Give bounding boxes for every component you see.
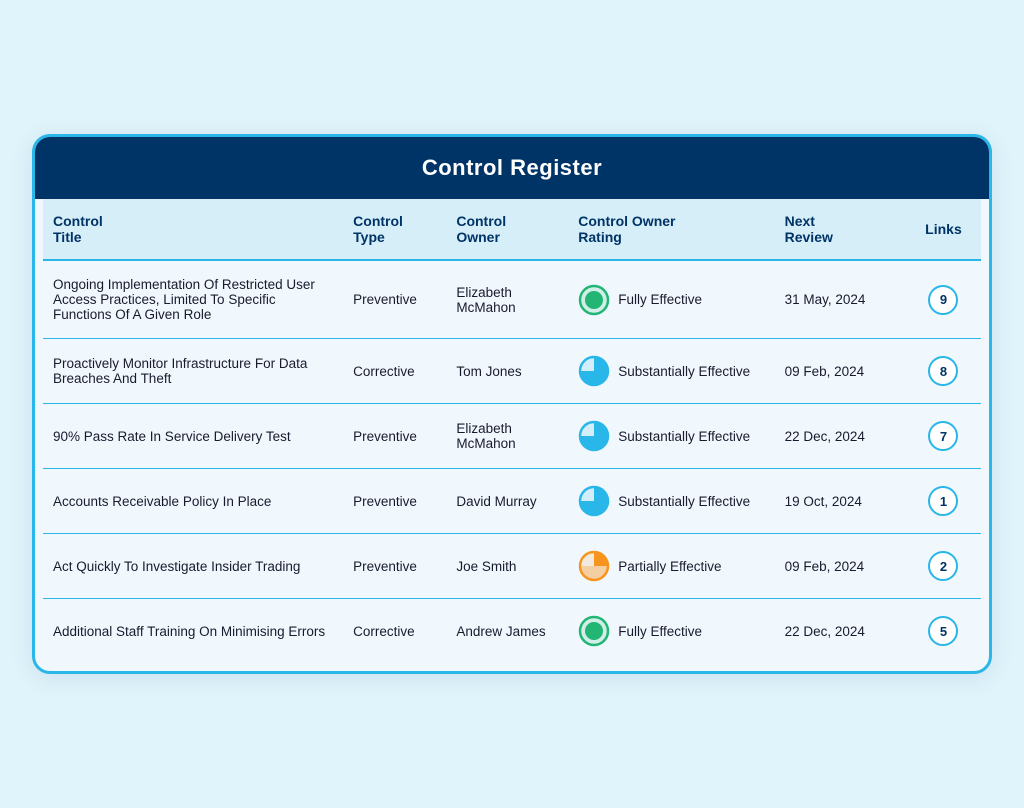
rating-label: Substantially Effective (618, 364, 750, 379)
card-header: Control Register (35, 137, 989, 199)
cell-owner: Elizabeth McMahon (446, 404, 568, 469)
cell-review: 09 Feb, 2024 (775, 534, 906, 599)
cell-rating: Fully Effective (568, 599, 774, 664)
table-row: Proactively Monitor Infrastructure For D… (43, 339, 981, 404)
table-header-row: ControlTitle ControlType ControlOwner Co… (43, 199, 981, 260)
cell-owner: David Murray (446, 469, 568, 534)
cell-review: 22 Dec, 2024 (775, 404, 906, 469)
cell-links[interactable]: 1 (906, 469, 981, 534)
card-title: Control Register (422, 155, 602, 180)
cell-owner: Andrew James (446, 599, 568, 664)
cell-title: Act Quickly To Investigate Insider Tradi… (43, 534, 343, 599)
cell-type: Corrective (343, 339, 446, 404)
cell-links[interactable]: 5 (906, 599, 981, 664)
cell-links[interactable]: 8 (906, 339, 981, 404)
table-row: Accounts Receivable Policy In PlacePreve… (43, 469, 981, 534)
cell-review: 19 Oct, 2024 (775, 469, 906, 534)
rating-label: Fully Effective (618, 624, 702, 639)
control-table: ControlTitle ControlType ControlOwner Co… (43, 199, 981, 663)
table-row: Ongoing Implementation Of Restricted Use… (43, 260, 981, 339)
rating-icon (578, 550, 610, 582)
rating-label: Partially Effective (618, 559, 721, 574)
cell-title: Proactively Monitor Infrastructure For D… (43, 339, 343, 404)
cell-rating: Substantially Effective (568, 339, 774, 404)
cell-links[interactable]: 7 (906, 404, 981, 469)
rating-icon (578, 420, 610, 452)
rating-label: Substantially Effective (618, 494, 750, 509)
links-badge[interactable]: 8 (928, 356, 958, 386)
rating-icon (578, 485, 610, 517)
cell-review: 22 Dec, 2024 (775, 599, 906, 664)
cell-review: 31 May, 2024 (775, 260, 906, 339)
cell-owner: Tom Jones (446, 339, 568, 404)
cell-title: Ongoing Implementation Of Restricted Use… (43, 260, 343, 339)
cell-type: Preventive (343, 469, 446, 534)
links-badge[interactable]: 1 (928, 486, 958, 516)
cell-owner: Joe Smith (446, 534, 568, 599)
col-header-owner: ControlOwner (446, 199, 568, 260)
col-header-review: NextReview (775, 199, 906, 260)
col-header-rating: Control OwnerRating (568, 199, 774, 260)
cell-type: Corrective (343, 599, 446, 664)
cell-owner: Elizabeth McMahon (446, 260, 568, 339)
links-badge[interactable]: 9 (928, 285, 958, 315)
cell-links[interactable]: 9 (906, 260, 981, 339)
rating-label: Substantially Effective (618, 429, 750, 444)
cell-review: 09 Feb, 2024 (775, 339, 906, 404)
cell-rating: Substantially Effective (568, 469, 774, 534)
cell-title: 90% Pass Rate In Service Delivery Test (43, 404, 343, 469)
links-badge[interactable]: 7 (928, 421, 958, 451)
rating-icon (578, 284, 610, 316)
col-header-type: ControlType (343, 199, 446, 260)
cell-links[interactable]: 2 (906, 534, 981, 599)
cell-type: Preventive (343, 404, 446, 469)
table-row: 90% Pass Rate In Service Delivery TestPr… (43, 404, 981, 469)
table-row: Additional Staff Training On Minimising … (43, 599, 981, 664)
col-header-title: ControlTitle (43, 199, 343, 260)
col-header-links: Links (906, 199, 981, 260)
cell-rating: Substantially Effective (568, 404, 774, 469)
table-wrapper: ControlTitle ControlType ControlOwner Co… (35, 199, 989, 671)
control-register-card: Control Register ControlTitle ControlTyp… (32, 134, 992, 674)
cell-title: Accounts Receivable Policy In Place (43, 469, 343, 534)
cell-rating: Fully Effective (568, 260, 774, 339)
rating-icon (578, 355, 610, 387)
cell-type: Preventive (343, 260, 446, 339)
table-row: Act Quickly To Investigate Insider Tradi… (43, 534, 981, 599)
links-badge[interactable]: 2 (928, 551, 958, 581)
cell-rating: Partially Effective (568, 534, 774, 599)
rating-icon (578, 615, 610, 647)
cell-title: Additional Staff Training On Minimising … (43, 599, 343, 664)
cell-type: Preventive (343, 534, 446, 599)
links-badge[interactable]: 5 (928, 616, 958, 646)
rating-label: Fully Effective (618, 292, 702, 307)
